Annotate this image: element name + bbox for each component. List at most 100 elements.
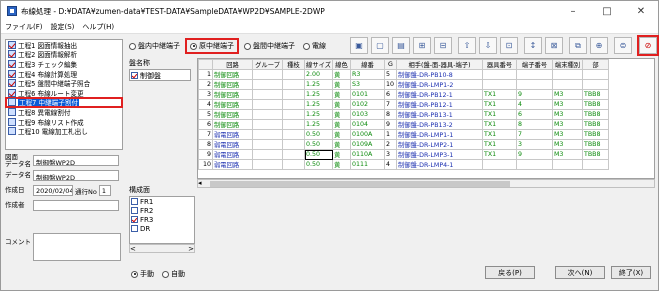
table-cell[interactable]: 制御回路 — [212, 79, 253, 90]
table-cell[interactable]: 1.25 — [304, 79, 333, 90]
table-row[interactable]: 8 弱電回路 0.50 黄 0109A 2 制御盤-DR-LMP2-1 TX1 3 M3 TBB8 — [198, 139, 609, 150]
table-cell[interactable]: 黄 — [332, 119, 351, 130]
panel-list-item[interactable]: 制御盤 — [131, 71, 191, 80]
column-header[interactable]: グループ — [252, 59, 283, 70]
table-cell[interactable]: 0100A — [350, 129, 385, 140]
filter-icon[interactable]: ⊜ — [614, 37, 632, 54]
scroll-right-icon[interactable]: > — [188, 245, 194, 253]
table-cell[interactable] — [552, 69, 583, 80]
checkbox-icon[interactable] — [131, 207, 138, 214]
table-cell[interactable]: 4 — [198, 99, 213, 110]
doc-icon[interactable]: ▢ — [371, 37, 389, 54]
table-cell[interactable]: M3 — [552, 119, 583, 130]
table-cell[interactable]: 黄 — [332, 69, 351, 80]
table-cell[interactable]: 制御回路 — [212, 109, 253, 120]
column-header[interactable]: 回路 — [212, 59, 253, 70]
mode-radio[interactable]: 盤内中継端子 — [129, 41, 180, 51]
table-cell[interactable]: 1.25 — [304, 119, 333, 130]
table-cell[interactable]: 制御盤-DR-PB10-8 — [396, 69, 483, 80]
table-row[interactable]: 7 弱電回路 0.50 黄 0100A 1 制御盤-DR-LMP1-1 TX1 7 M3 TBB8 — [198, 129, 609, 140]
table-cell[interactable] — [252, 109, 283, 120]
table-cell[interactable] — [252, 149, 283, 160]
step-item[interactable]: 工程2 図面情報解析 — [6, 50, 122, 59]
table-row[interactable]: 6 制御回路 1.25 黄 0104 9 制御盤-DR-PB13-2 TX1 8 M3 TBB8 — [198, 119, 609, 130]
table-cell[interactable] — [516, 159, 553, 170]
table-cell[interactable]: TX1 — [482, 109, 517, 120]
table-cell[interactable] — [282, 89, 305, 100]
table-cell[interactable]: 8 — [384, 109, 397, 120]
table-cell[interactable]: TX1 — [482, 129, 517, 140]
table-cell[interactable]: 7 — [516, 129, 553, 140]
table-cell[interactable]: 制御回路 — [212, 99, 253, 110]
radio-icon[interactable] — [129, 42, 136, 50]
table-cell[interactable]: 0104 — [350, 119, 385, 130]
table-cell[interactable]: 0.50 — [304, 139, 333, 150]
column-header[interactable]: G — [384, 59, 397, 70]
radio-icon[interactable] — [162, 270, 169, 278]
step-item[interactable]: 工程6 布線ルート変更 — [6, 88, 122, 98]
table-cell[interactable]: 黄 — [332, 89, 351, 100]
up-icon[interactable]: ⇧ — [458, 37, 476, 54]
close-button[interactable]: ✕ — [624, 1, 658, 21]
scrollbar-thumb[interactable] — [210, 181, 510, 187]
table-cell[interactable] — [552, 159, 583, 170]
table-cell[interactable]: 黄 — [332, 159, 351, 170]
table-cell[interactable]: 4 — [384, 159, 397, 170]
table-cell[interactable]: 8 — [516, 119, 553, 130]
step-item[interactable]: 工程10 電線加工札出し — [6, 126, 122, 136]
table-cell[interactable]: TBB8 — [582, 99, 609, 110]
finish-button[interactable]: 終了(X) — [611, 266, 651, 279]
composition-scrollbar[interactable]: < > — [129, 244, 195, 253]
table-cell[interactable]: TX1 — [482, 139, 517, 150]
stack-icon[interactable]: ⊞ — [413, 37, 431, 54]
table-cell[interactable]: 制御盤-DR-LMP1-2 — [396, 79, 483, 90]
menu-settings[interactable]: 設定(S) — [51, 22, 75, 32]
comment-field[interactable] — [33, 233, 121, 261]
table-cell[interactable]: 制御盤-DR-PB12-1 — [396, 99, 483, 110]
table-cell[interactable] — [252, 119, 283, 130]
table-cell[interactable] — [252, 89, 283, 100]
table-cell[interactable]: TBB8 — [582, 129, 609, 140]
table-cell[interactable]: 0102 — [350, 99, 385, 110]
table-cell[interactable] — [516, 79, 553, 90]
revision-field[interactable]: 1 — [98, 185, 111, 196]
table-cell[interactable] — [252, 159, 283, 170]
table-cell[interactable]: 3 — [198, 89, 213, 100]
table-cell[interactable]: 9 — [516, 89, 553, 100]
table-cell[interactable] — [252, 69, 283, 80]
column-header[interactable]: 端末種別 — [552, 59, 583, 70]
mode-radio[interactable]: 電線 — [303, 41, 326, 51]
table-cell[interactable] — [482, 79, 517, 90]
scroll-left-icon[interactable]: < — [130, 245, 136, 253]
table-cell[interactable]: 0110A — [350, 149, 385, 160]
down-icon[interactable]: ⇩ — [479, 37, 497, 54]
table-cell[interactable]: M3 — [552, 109, 583, 120]
column-header[interactable]: 器具番号 — [482, 59, 517, 70]
table-cell[interactable]: M3 — [552, 139, 583, 150]
table-cell[interactable] — [282, 149, 305, 160]
table-cell[interactable]: TBB8 — [582, 139, 609, 150]
table-cell[interactable]: 制御盤-DR-PB13-1 — [396, 109, 483, 120]
table-cell[interactable]: TX1 — [482, 99, 517, 110]
table-cell[interactable]: 9 — [198, 149, 213, 160]
delete-icon[interactable]: ⊘ — [637, 35, 659, 56]
table-cell[interactable] — [582, 79, 609, 90]
table-cell[interactable]: 弱電回路 — [212, 139, 253, 150]
column-header[interactable]: 部 — [582, 59, 609, 70]
table-cell[interactable]: TBB8 — [582, 89, 609, 100]
find-icon[interactable]: ⊕ — [590, 37, 608, 54]
table-cell[interactable]: M3 — [552, 149, 583, 160]
tag-icon[interactable]: ⊡ — [500, 37, 518, 54]
table-cell[interactable]: 制御盤-DR-LMP3-1 — [396, 149, 483, 160]
column-header[interactable]: 相手(盤-面-器具-端子) — [396, 59, 483, 70]
table-cell[interactable]: TX1 — [482, 119, 517, 130]
mode-radio[interactable]: 盤間中継端子 — [244, 41, 295, 51]
radio-icon[interactable] — [190, 42, 197, 50]
checkbox-icon[interactable] — [131, 225, 138, 232]
table-cell[interactable]: 7 — [384, 99, 397, 110]
table-cell[interactable] — [582, 159, 609, 170]
column-header[interactable]: 種枝 — [282, 59, 305, 70]
exec-radio[interactable]: 手動 — [131, 269, 154, 279]
table-cell[interactable]: 制御盤-DR-LMP2-1 — [396, 139, 483, 150]
table-cell[interactable]: 2 — [384, 139, 397, 150]
